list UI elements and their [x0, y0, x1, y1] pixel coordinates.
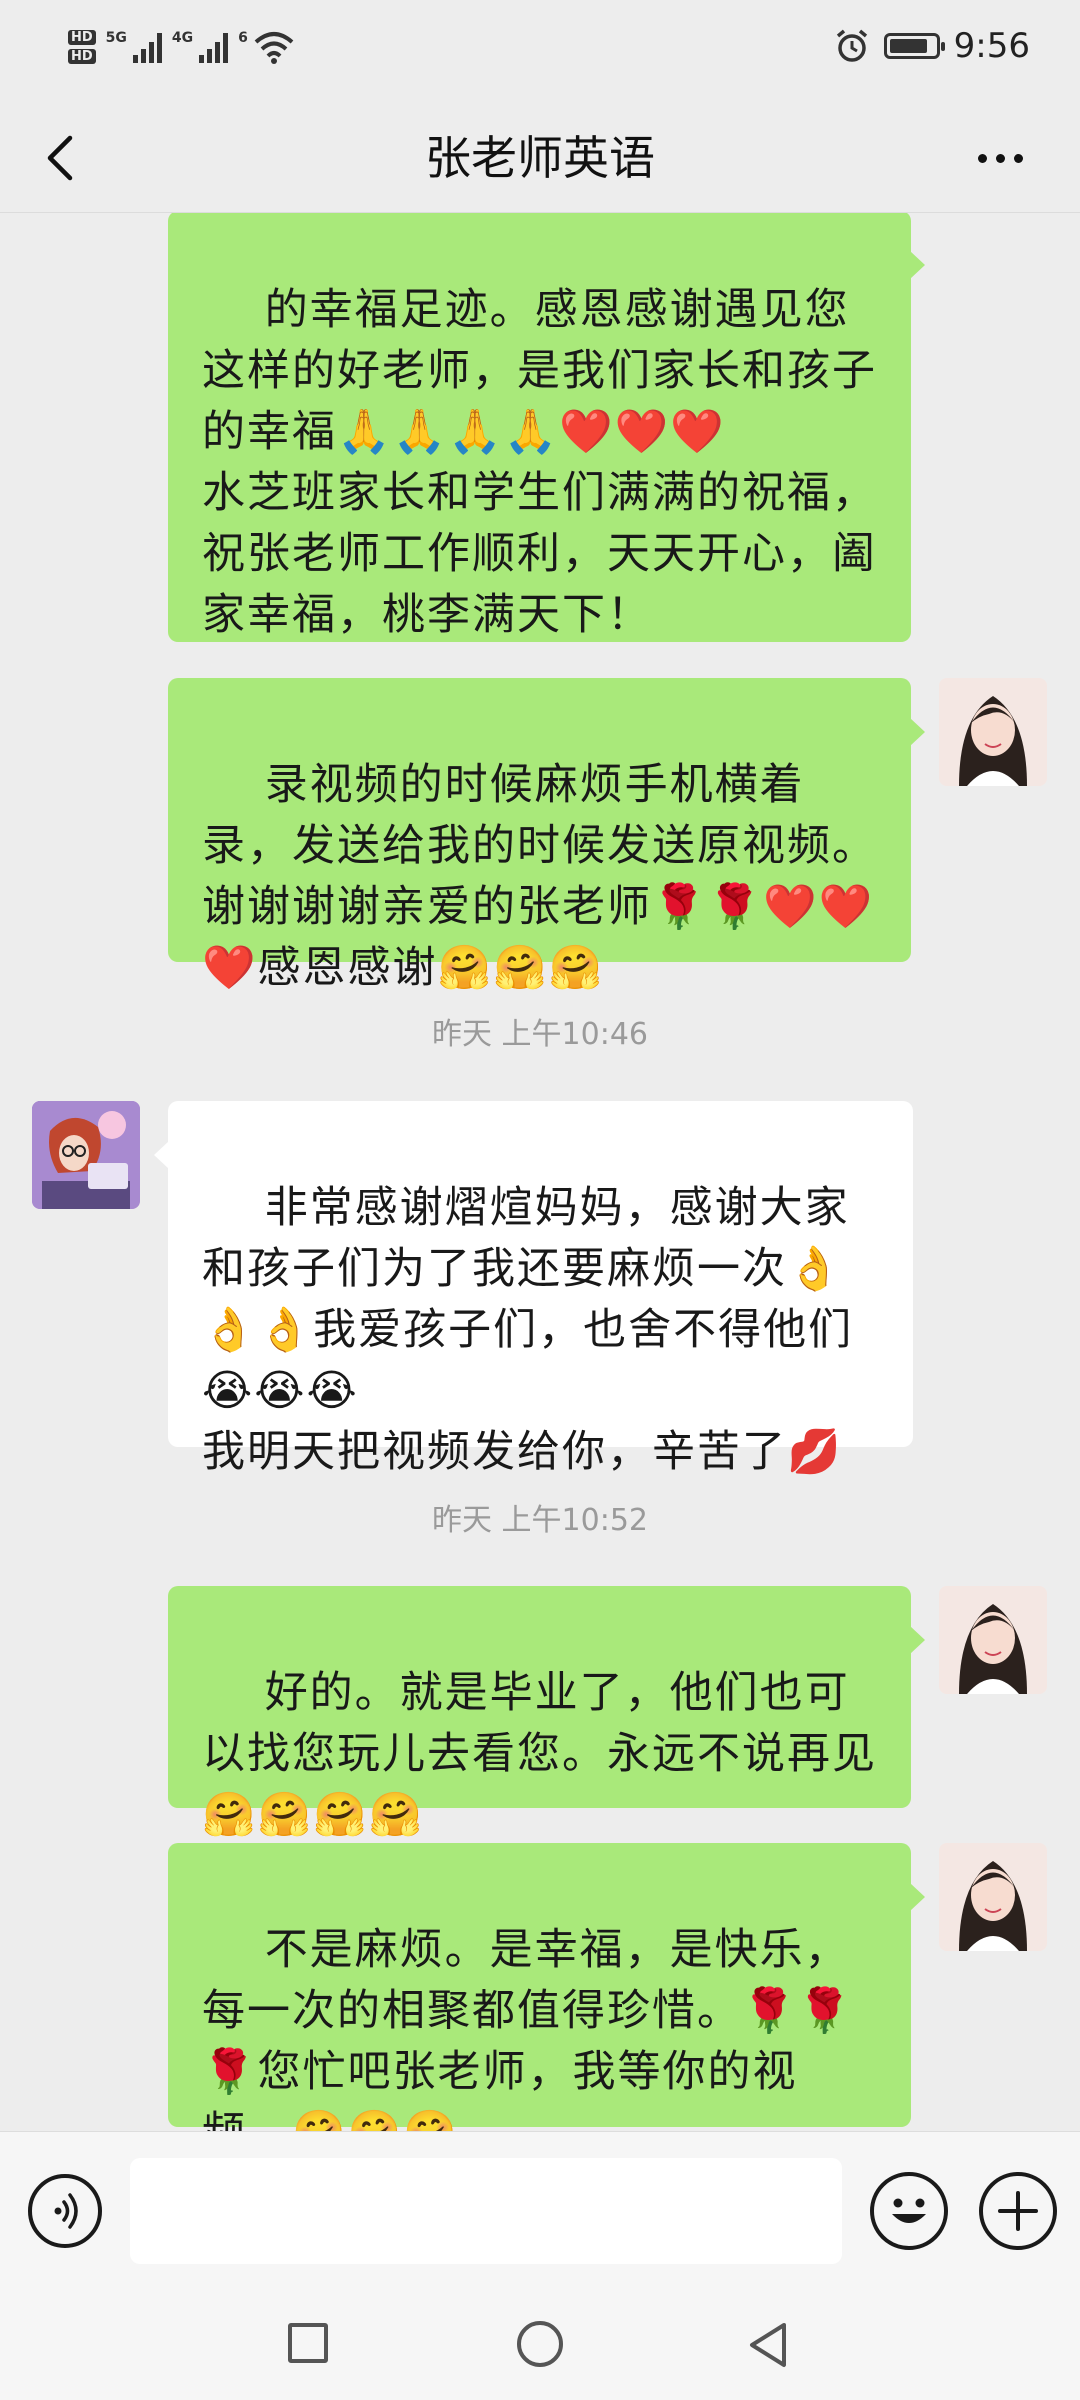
- message-text: 不是麻烦。是幸福，是快乐，每一次的相聚都值得珍惜。🌹🌹🌹您忙吧张老师，我等你的视…: [202, 1925, 854, 2131]
- message-timestamp: 昨天 上午10:46: [432, 1017, 648, 1052]
- message-text: 录视频的时候麻烦手机横着录，发送给我的时候发送原视频。谢谢谢谢亲爱的张老师🌹🌹❤…: [202, 760, 877, 993]
- message-bubble-mine[interactable]: 录视频的时候麻烦手机横着录，发送给我的时候发送原视频。谢谢谢谢亲爱的张老师🌹🌹❤…: [168, 678, 925, 993]
- message-input[interactable]: [130, 2158, 842, 2264]
- message-bubble-mine[interactable]: 不是麻烦。是幸福，是快乐，每一次的相聚都值得珍惜。🌹🌹🌹您忙吧张老师，我等你的视…: [168, 1843, 925, 2131]
- signal-icon: [132, 31, 162, 63]
- message-bubble-mine[interactable]: 的幸福足迹。感恩感谢遇见您这样的好老师，是我们家长和孩子的幸福🙏🙏🙏🙏❤️❤️❤…: [168, 213, 925, 642]
- message-text: 的幸福足迹。感恩感谢遇见您这样的好老师，是我们家长和孩子的幸福🙏🙏🙏🙏❤️❤️❤…: [202, 285, 877, 640]
- status-right: 9:56: [834, 26, 1030, 66]
- user-avatar-icon: [939, 1843, 1047, 1951]
- message-list[interactable]: 的幸福足迹。感恩感谢遇见您这样的好老师，是我们家长和孩子的幸福🙏🙏🙏🙏❤️❤️❤…: [0, 213, 1080, 2131]
- plus-icon[interactable]: [979, 2172, 1057, 2250]
- user-avatar-icon: [939, 1586, 1047, 1694]
- chat-header: 张老师英语: [0, 104, 1080, 213]
- system-nav-bar: [0, 2295, 1080, 2400]
- user-avatar-icon: [939, 678, 1047, 786]
- message-bubble-mine[interactable]: 好的。就是毕业了，他们也可以找您玩儿去看您。永远不说再见🤗🤗🤗🤗: [168, 1586, 925, 1840]
- hd-icon: HD HD: [68, 30, 96, 64]
- alarm-icon: [836, 29, 867, 62]
- more-dots-icon[interactable]: [960, 134, 1040, 182]
- avatar[interactable]: [939, 1843, 1047, 1951]
- battery-icon: [883, 33, 945, 59]
- message-text: 非常感谢熠煊妈妈，感谢大家和孩子们为了我还要麻烦一次👌👌👌我爱孩子们，也舍不得他…: [202, 1183, 854, 1477]
- status-bar: HD HD 5G 4G 6 9:56: [0, 0, 1080, 104]
- signal-icon-2: [199, 31, 229, 63]
- battery-level: [889, 39, 927, 53]
- network-label-1: 5G: [105, 30, 127, 46]
- chat-title: 张老师英语: [425, 131, 655, 185]
- recent-apps-icon[interactable]: [288, 2323, 328, 2363]
- message-bubble-theirs[interactable]: 非常感谢熠煊妈妈，感谢大家和孩子们为了我还要麻烦一次👌👌👌我爱孩子们，也舍不得他…: [154, 1101, 913, 1477]
- message-timestamp: 昨天 上午10:52: [432, 1503, 648, 1538]
- wifi-icon: [254, 32, 294, 64]
- avatar[interactable]: [939, 1586, 1047, 1694]
- back-triangle-icon[interactable]: [744, 2319, 794, 2371]
- hd-badge-1: HD: [68, 30, 96, 45]
- message-text: 好的。就是毕业了，他们也可以找您玩儿去看您。永远不说再见🤗🤗🤗🤗: [202, 1668, 877, 1840]
- input-bar: [0, 2131, 1080, 2296]
- hd-badge-2: HD: [68, 49, 96, 64]
- avatar[interactable]: [939, 678, 1047, 786]
- clock: 9:56: [953, 26, 1030, 66]
- emoji-icon[interactable]: [870, 2172, 948, 2250]
- home-icon[interactable]: [517, 2321, 563, 2367]
- status-left: HD HD 5G 4G 6: [68, 30, 294, 64]
- avatar[interactable]: [32, 1101, 140, 1209]
- wifi-badge: 6: [238, 30, 248, 46]
- network-label-2: 4G: [171, 30, 194, 46]
- voice-icon[interactable]: [28, 2174, 102, 2248]
- teacher-avatar-icon: [32, 1101, 140, 1209]
